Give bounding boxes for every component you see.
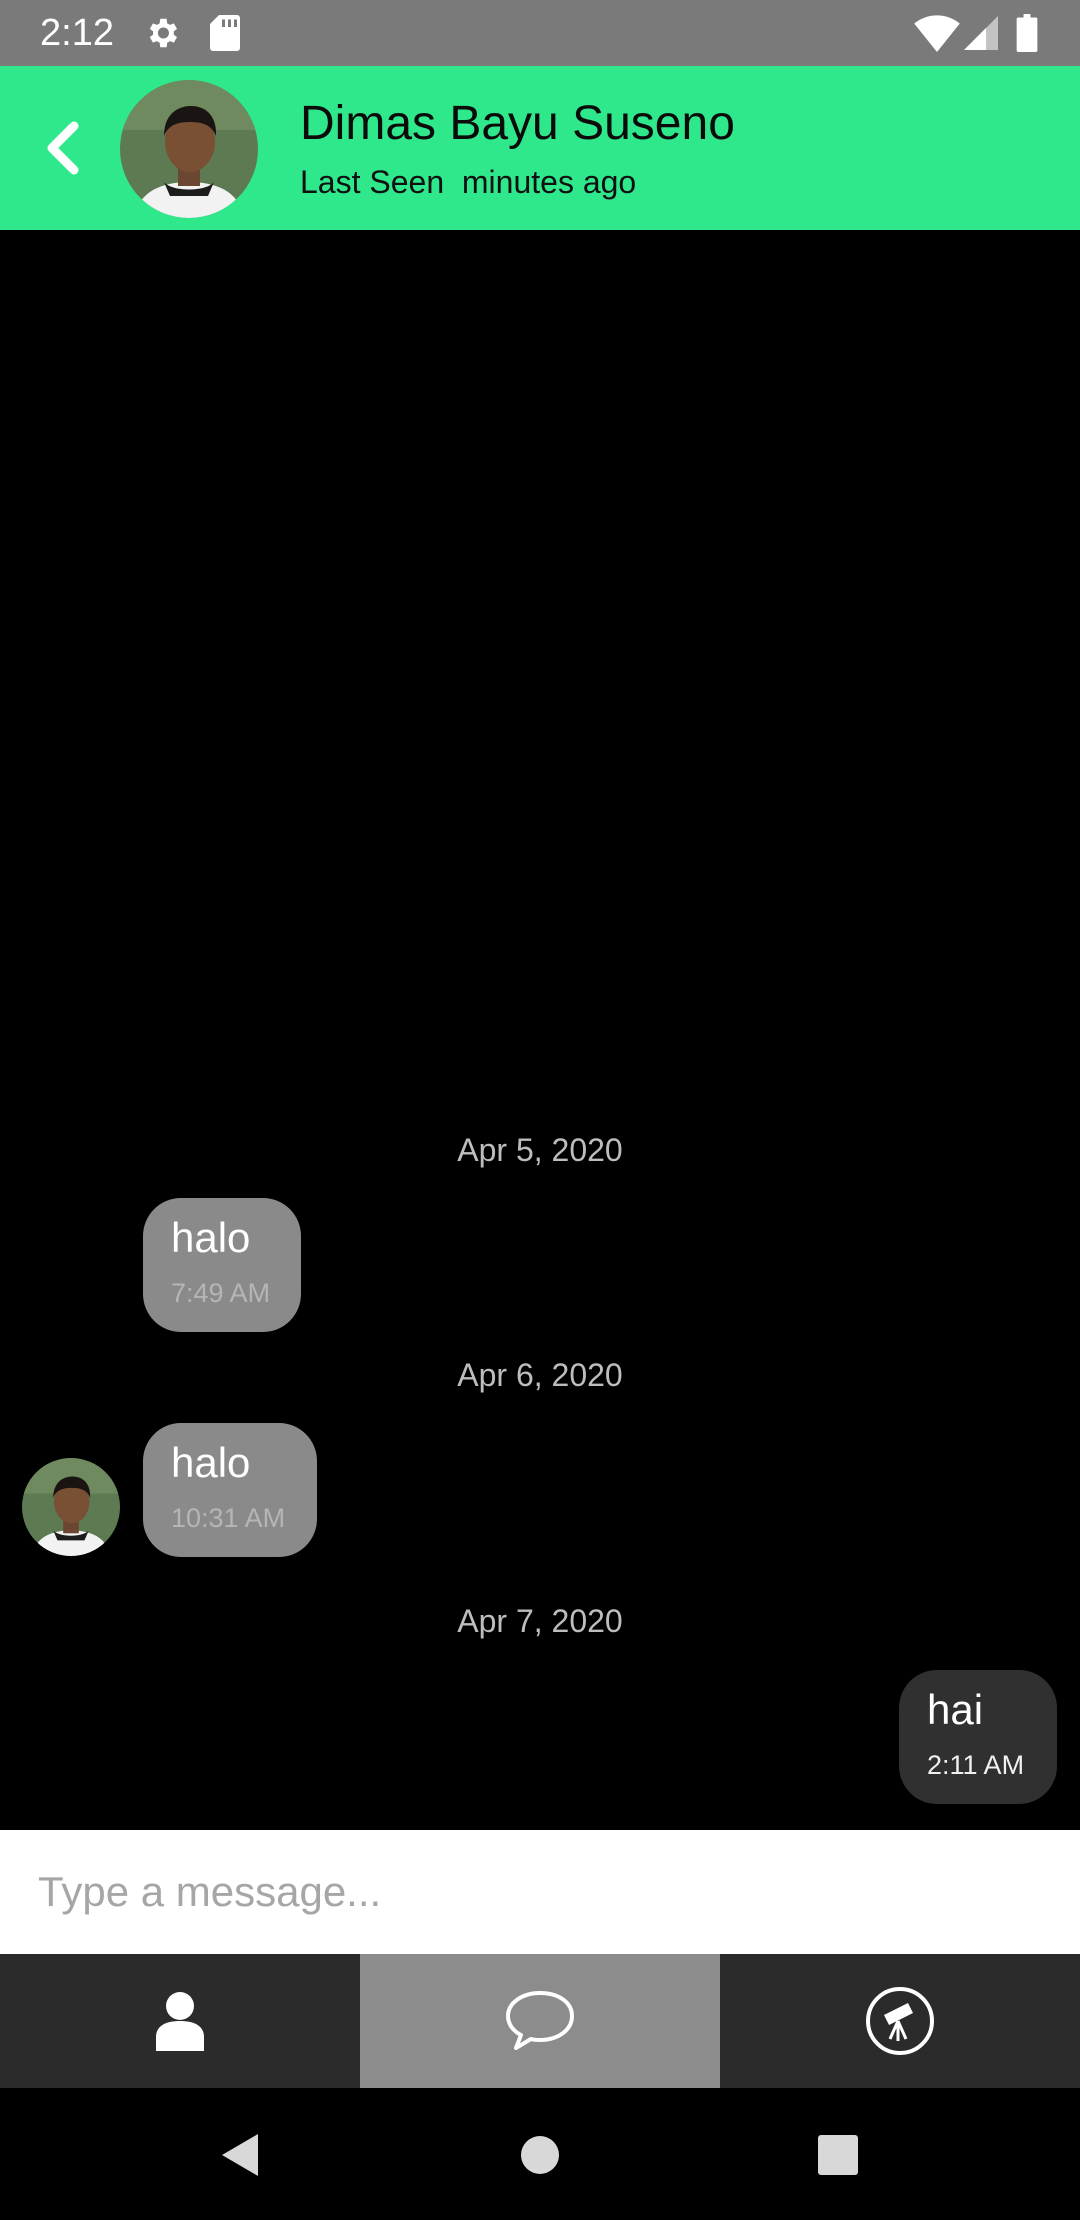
status-time: 2:12 <box>40 12 114 54</box>
system-home-button[interactable] <box>495 2110 585 2200</box>
date-separator: Apr 6, 2020 <box>457 1357 623 1393</box>
message-input[interactable] <box>0 1830 1080 1954</box>
chevron-left-icon <box>47 121 79 175</box>
message-time: 2:11 AM <box>927 1750 1025 1780</box>
bottom-nav <box>0 1954 1080 2088</box>
gear-icon <box>149 18 178 48</box>
tab-discover[interactable] <box>720 1954 1080 2088</box>
message-bubble-incoming[interactable]: halo 7:49 AM <box>143 1198 301 1332</box>
status-bar: 2:12 <box>0 0 1080 66</box>
message-time: 10:31 AM <box>171 1503 286 1533</box>
back-triangle-icon <box>222 2134 258 2176</box>
date-separator: Apr 5, 2020 <box>457 1132 623 1168</box>
battery-icon <box>1016 14 1038 52</box>
contact-avatar[interactable] <box>120 80 258 218</box>
wifi-icon <box>914 15 960 52</box>
chat-screen: 2:12 Dimas Bayu Suseno Last Seen minutes… <box>0 0 1080 2220</box>
message-time: 7:49 AM <box>171 1278 271 1308</box>
home-circle-icon <box>521 2136 559 2174</box>
message-text: hai <box>927 1686 984 1733</box>
sd-card-icon <box>210 15 240 51</box>
recents-square-icon <box>818 2135 858 2175</box>
message-text: halo <box>171 1439 251 1486</box>
chat-header: Dimas Bayu Suseno Last Seen minutes ago <box>0 66 1080 230</box>
system-nav-bar <box>0 2088 1080 2220</box>
date-separator: Apr 7, 2020 <box>457 1603 623 1639</box>
last-seen-status: Last Seen minutes ago <box>300 164 637 200</box>
avatar-image <box>22 1458 120 1556</box>
tab-profile[interactable] <box>0 1954 360 2088</box>
message-text: halo <box>171 1214 251 1261</box>
system-back-button[interactable] <box>195 2110 285 2200</box>
message-bubble-outgoing[interactable]: hai 2:11 AM <box>899 1670 1057 1804</box>
avatar-image <box>120 80 258 218</box>
sender-avatar[interactable] <box>22 1458 120 1556</box>
system-recents-button[interactable] <box>793 2110 883 2200</box>
telescope-icon <box>866 1987 934 2055</box>
message-bubble-incoming[interactable]: halo 10:31 AM <box>143 1423 317 1557</box>
back-button[interactable] <box>30 106 94 190</box>
message-composer <box>0 1830 1080 1954</box>
chat-bubble-icon <box>506 1991 574 2050</box>
contact-name[interactable]: Dimas Bayu Suseno <box>300 96 735 152</box>
tab-chats[interactable] <box>360 1954 720 2088</box>
message-list[interactable]: Apr 5, 2020 halo 7:49 AM Apr 6, 2020 hal… <box>0 230 1080 1830</box>
person-icon <box>156 1992 204 2051</box>
cell-signal-icon <box>964 16 998 50</box>
